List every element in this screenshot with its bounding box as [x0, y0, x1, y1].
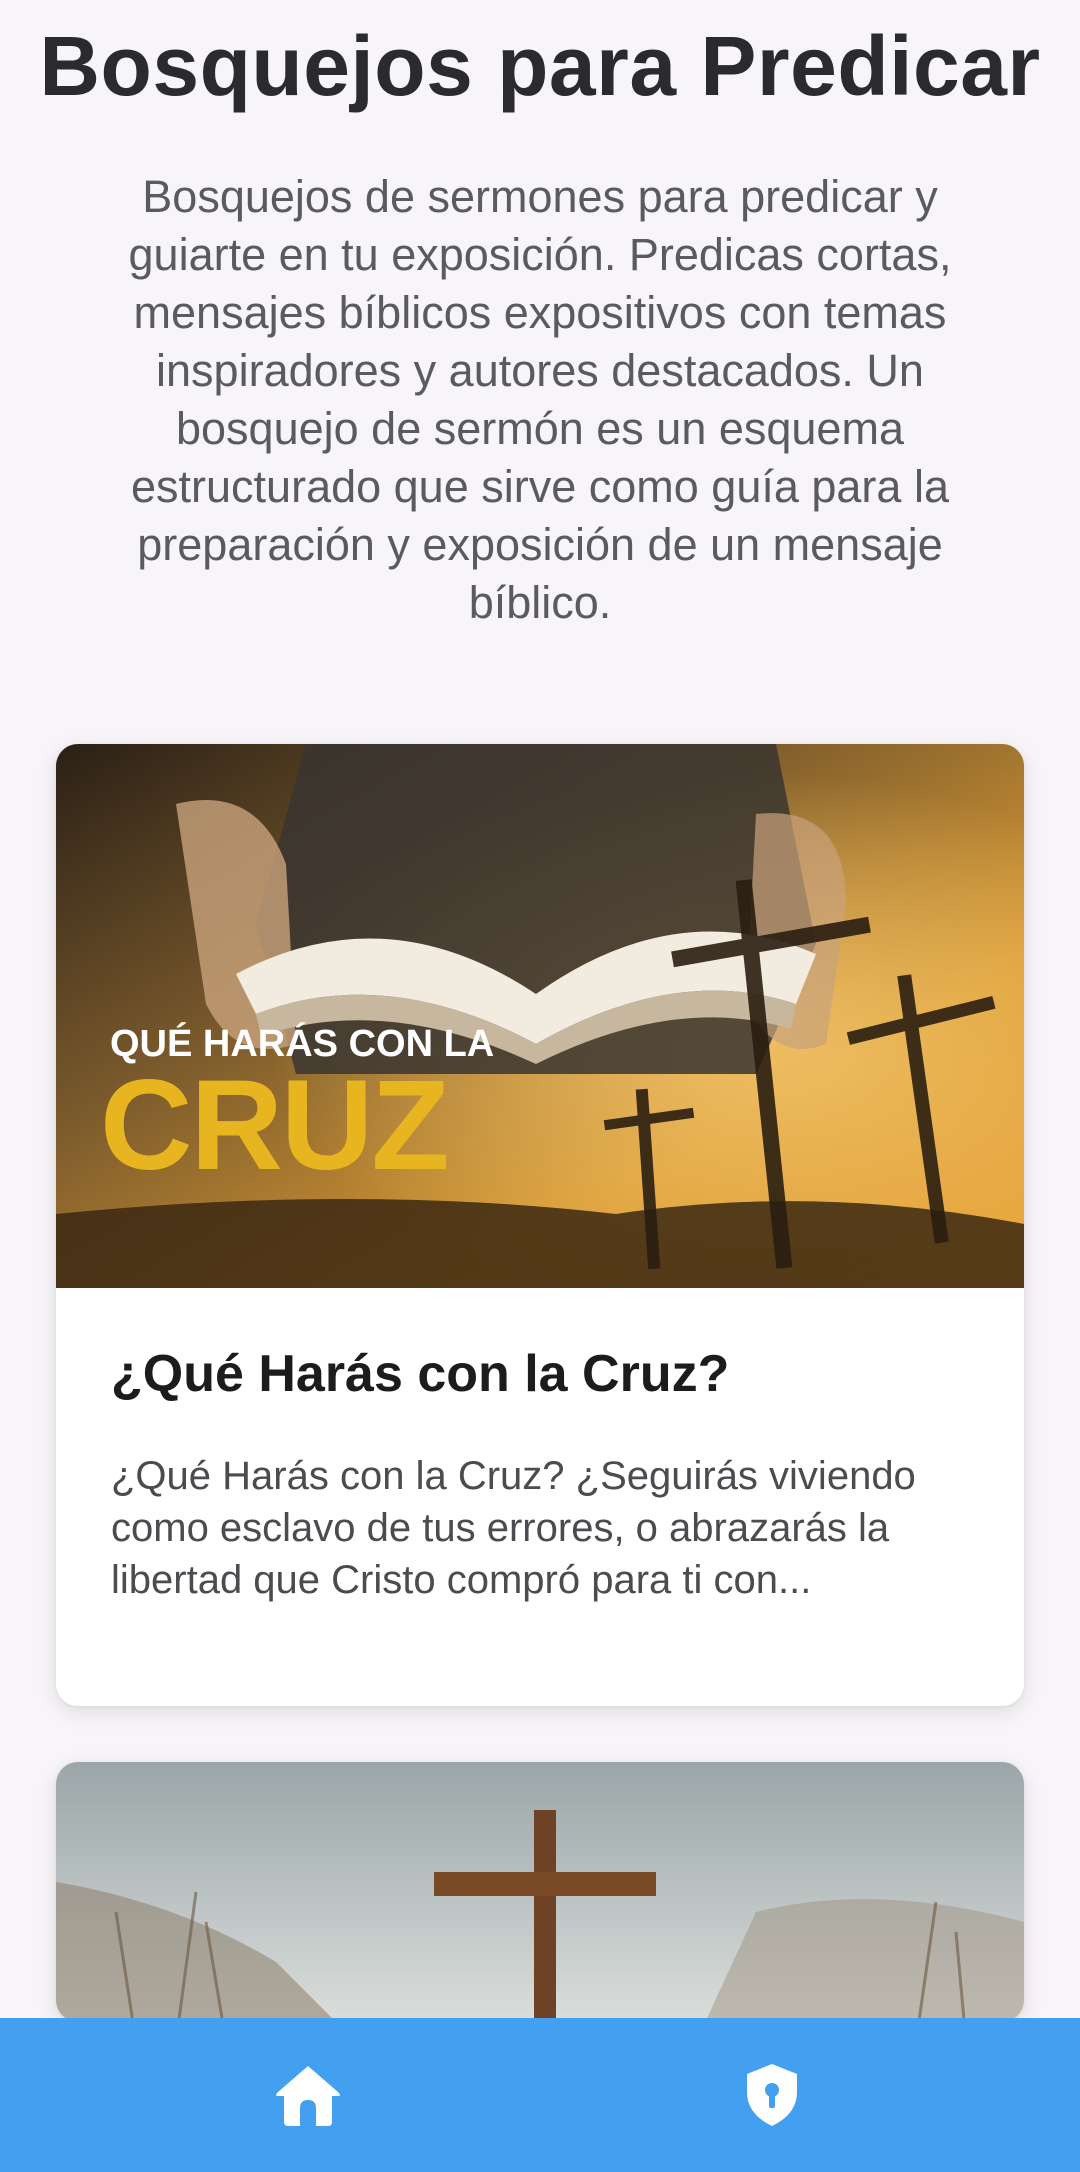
shield-lock-icon	[747, 2064, 797, 2126]
page-title: Bosquejos para Predicar	[39, 19, 1041, 113]
post-image: QUÉ HARÁS CON LA CRUZ	[56, 744, 1024, 1288]
image-caption-line2: CRUZ	[100, 1054, 448, 1197]
home-icon	[276, 2066, 340, 2126]
nav-home-button[interactable]	[248, 2040, 368, 2150]
post-title[interactable]: ¿Qué Harás con la Cruz?	[111, 1344, 729, 1404]
page-description: Bosquejos de sermones para predicar y gu…	[128, 171, 952, 628]
post-image	[56, 1762, 1024, 2022]
post-excerpt: ¿Qué Harás con la Cruz? ¿Seguirás vivien…	[111, 1454, 916, 1602]
post-card[interactable]	[56, 1762, 1024, 2022]
post-card[interactable]: QUÉ HARÁS CON LA CRUZ ¿Qué Harás con la …	[56, 744, 1024, 1706]
nav-privacy-button[interactable]	[712, 2040, 832, 2150]
bottom-nav-bar	[0, 2018, 1080, 2172]
